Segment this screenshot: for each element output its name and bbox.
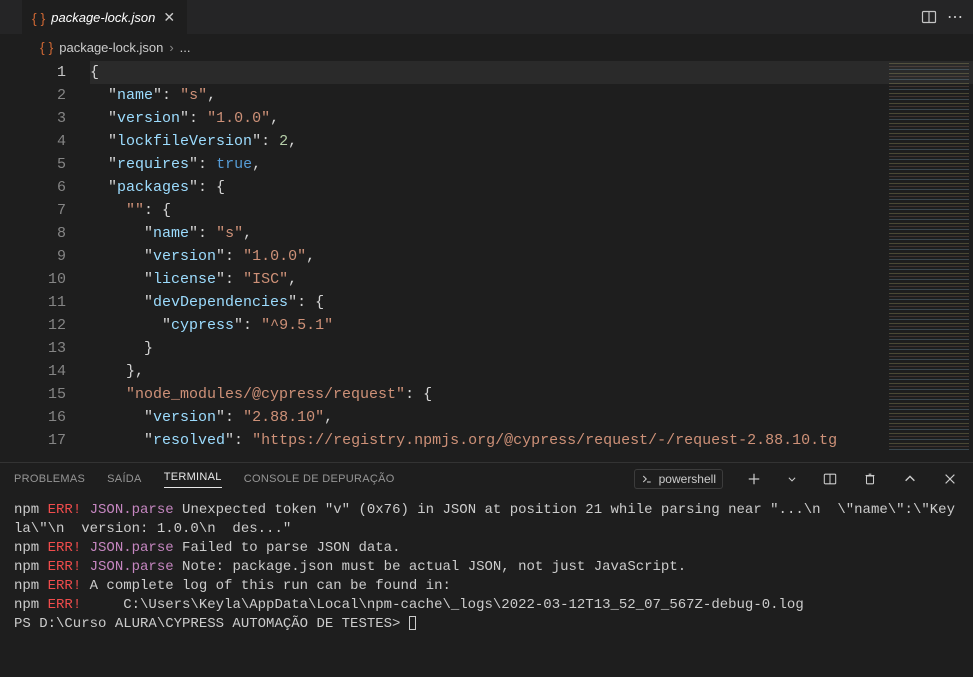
terminal-shell-picker[interactable]: powershell bbox=[634, 469, 723, 489]
json-file-icon: { } bbox=[40, 39, 53, 55]
code-content[interactable]: { "name": "s", "version": "1.0.0", "lock… bbox=[90, 59, 973, 462]
terminal-output[interactable]: npm ERR! JSON.parse Unexpected token "v"… bbox=[0, 495, 973, 677]
editor-actions: ⋯ bbox=[911, 0, 973, 34]
terminal-line: npm ERR! A complete log of this run can … bbox=[14, 577, 959, 596]
split-editor-icon[interactable] bbox=[921, 9, 937, 25]
breadcrumb[interactable]: { } package-lock.json › ... bbox=[0, 35, 973, 59]
shell-name: powershell bbox=[659, 472, 716, 486]
line-number: 16 bbox=[0, 406, 90, 429]
panel-chevron-up-icon[interactable] bbox=[901, 472, 919, 486]
breadcrumb-filename: package-lock.json bbox=[59, 40, 163, 55]
line-number: 15 bbox=[0, 383, 90, 406]
line-number: 17 bbox=[0, 429, 90, 452]
code-line[interactable]: "version": "1.0.0", bbox=[90, 245, 973, 268]
panel-close-icon[interactable] bbox=[941, 472, 959, 486]
line-number: 5 bbox=[0, 153, 90, 176]
terminal-dropdown-icon[interactable] bbox=[785, 472, 799, 486]
terminal-line: npm ERR! JSON.parse Unexpected token "v"… bbox=[14, 501, 959, 539]
code-line[interactable]: "name": "s", bbox=[90, 222, 973, 245]
line-number: 4 bbox=[0, 130, 90, 153]
tab-filename: package-lock.json bbox=[51, 10, 155, 25]
line-number: 1 bbox=[0, 61, 90, 84]
bottom-panel: PROBLEMAS SAÍDA TERMINAL CONSOLE DE DEPU… bbox=[0, 462, 973, 677]
line-number: 7 bbox=[0, 199, 90, 222]
terminal-icon bbox=[641, 473, 653, 485]
panel-tab-output[interactable]: SAÍDA bbox=[107, 473, 142, 485]
code-line[interactable]: "license": "ISC", bbox=[90, 268, 973, 291]
more-actions-icon[interactable]: ⋯ bbox=[947, 7, 963, 27]
line-number-gutter: 1234567891011121314151617 bbox=[0, 59, 90, 462]
code-line[interactable]: "node_modules/@cypress/request": { bbox=[90, 383, 973, 406]
code-line[interactable]: "lockfileVersion": 2, bbox=[90, 130, 973, 153]
code-line[interactable]: "name": "s", bbox=[90, 84, 973, 107]
editor-tab-package-lock[interactable]: { } package-lock.json ✕ bbox=[22, 0, 187, 34]
panel-tab-debug-console[interactable]: CONSOLE DE DEPURAÇÃO bbox=[244, 473, 395, 485]
code-line[interactable]: { bbox=[90, 61, 973, 84]
line-number: 14 bbox=[0, 360, 90, 383]
code-line[interactable]: "version": "2.88.10", bbox=[90, 406, 973, 429]
line-number: 13 bbox=[0, 337, 90, 360]
code-line[interactable]: "cypress": "^9.5.1" bbox=[90, 314, 973, 337]
line-number: 10 bbox=[0, 268, 90, 291]
terminal-line: npm ERR! JSON.parse Note: package.json m… bbox=[14, 558, 959, 577]
tab-close-button[interactable]: ✕ bbox=[161, 9, 177, 26]
line-number: 9 bbox=[0, 245, 90, 268]
chevron-right-icon: › bbox=[169, 40, 173, 55]
new-terminal-icon[interactable] bbox=[745, 472, 763, 486]
terminal-prompt-line[interactable]: PS D:\Curso ALURA\CYPRESS AUTOMAÇÃO DE T… bbox=[14, 615, 959, 634]
terminal-line: npm ERR! JSON.parse Failed to parse JSON… bbox=[14, 539, 959, 558]
line-number: 8 bbox=[0, 222, 90, 245]
json-file-icon: { } bbox=[32, 10, 45, 26]
line-number: 2 bbox=[0, 84, 90, 107]
panel-tab-problems[interactable]: PROBLEMAS bbox=[14, 473, 85, 485]
kill-terminal-icon[interactable] bbox=[861, 472, 879, 486]
terminal-line: npm ERR! C:\Users\Keyla\AppData\Local\np… bbox=[14, 596, 959, 615]
code-line[interactable]: }, bbox=[90, 360, 973, 383]
tab-bar-left-gutter bbox=[0, 0, 22, 34]
code-line[interactable]: "resolved": "https://registry.npmjs.org/… bbox=[90, 429, 973, 452]
line-number: 11 bbox=[0, 291, 90, 314]
minimap[interactable] bbox=[889, 63, 969, 453]
code-line[interactable]: "devDependencies": { bbox=[90, 291, 973, 314]
breadcrumb-more: ... bbox=[180, 40, 191, 55]
code-line[interactable]: } bbox=[90, 337, 973, 360]
editor-area[interactable]: 1234567891011121314151617 { "name": "s",… bbox=[0, 59, 973, 462]
editor-tab-bar: { } package-lock.json ✕ ⋯ bbox=[0, 0, 973, 35]
line-number: 6 bbox=[0, 176, 90, 199]
code-line[interactable]: "version": "1.0.0", bbox=[90, 107, 973, 130]
code-line[interactable]: "": { bbox=[90, 199, 973, 222]
line-number: 3 bbox=[0, 107, 90, 130]
panel-tab-bar: PROBLEMAS SAÍDA TERMINAL CONSOLE DE DEPU… bbox=[0, 463, 973, 495]
code-line[interactable]: "packages": { bbox=[90, 176, 973, 199]
line-number: 12 bbox=[0, 314, 90, 337]
terminal-cursor bbox=[409, 616, 416, 630]
panel-tab-terminal[interactable]: TERMINAL bbox=[164, 471, 222, 488]
split-terminal-icon[interactable] bbox=[821, 472, 839, 486]
code-line[interactable]: "requires": true, bbox=[90, 153, 973, 176]
